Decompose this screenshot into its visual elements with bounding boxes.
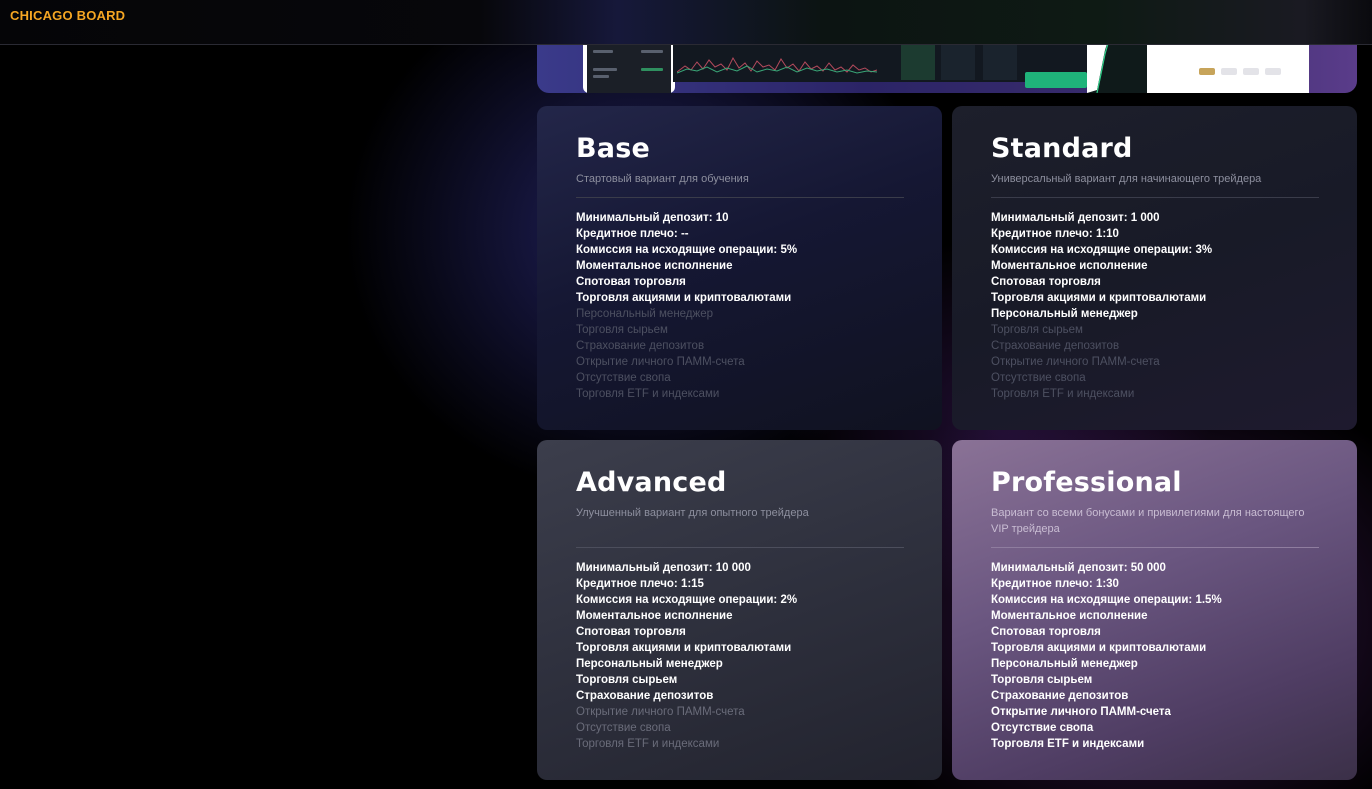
feature-item-disabled: Открытие личного ПАММ-счета	[576, 356, 745, 368]
divider	[991, 547, 1319, 548]
feature-item-disabled: Открытие личного ПАММ-счета	[991, 356, 1160, 368]
feature-item: Кредитное плечо: --	[576, 228, 689, 240]
feature-item: Кредитное плечо: 1:10	[991, 228, 1119, 240]
feature-item: Открытие личного ПАММ-счета	[991, 706, 1171, 718]
feature-item: Спотовая торговля	[576, 276, 686, 288]
feature-item-disabled: Торговля ETF и индексами	[576, 738, 720, 750]
feature-item-disabled: Торговля ETF и индексами	[991, 388, 1135, 400]
feature-item: Кредитное плечо: 1:30	[991, 578, 1119, 590]
feature-item: Страхование депозитов	[991, 690, 1129, 702]
feature-item: Комиссия на исходящие операции: 5%	[576, 244, 798, 256]
feature-item: Моментальное исполнение	[576, 260, 733, 272]
feature-item: Моментальное исполнение	[991, 610, 1148, 622]
plan-title: Standard	[991, 133, 1133, 164]
feature-item: Спотовая торговля	[991, 276, 1101, 288]
feature-item: Моментальное исполнение	[991, 260, 1148, 272]
feature-item: Торговля акциями и криптовалютами	[991, 642, 1207, 654]
feature-item: Минимальный депозит: 1 000	[991, 212, 1160, 224]
feature-item: Торговля ETF и индексами	[991, 738, 1145, 750]
plan-title: Advanced	[576, 467, 727, 498]
feature-item: Страхование депозитов	[576, 690, 714, 702]
top-navigation-bar: CHICAGO BOARD	[0, 0, 1372, 45]
feature-list: Минимальный депозит: 50 000 Кредитное пл…	[991, 560, 1319, 752]
feature-item-disabled: Страхование депозитов	[991, 340, 1120, 352]
divider	[576, 197, 904, 198]
plan-card-standard[interactable]: Standard Универсальный вариант для начин…	[952, 106, 1357, 430]
feature-item: Минимальный депозит: 10	[576, 212, 729, 224]
feature-item: Комиссия на исходящие операции: 3%	[991, 244, 1213, 256]
feature-item: Спотовая торговля	[991, 626, 1101, 638]
plan-card-advanced[interactable]: Advanced Улучшенный вариант для опытного…	[537, 440, 942, 780]
feature-list: Минимальный депозит: 1 000 Кредитное пле…	[991, 210, 1319, 402]
feature-item: Комиссия на исходящие операции: 2%	[576, 594, 798, 606]
brand-logo-text[interactable]: CHICAGO BOARD	[10, 8, 125, 23]
feature-item-disabled: Открытие личного ПАММ-счета	[576, 706, 745, 718]
plan-card-professional[interactable]: Professional Вариант со всеми бонусами и…	[952, 440, 1357, 780]
feature-item: Персональный менеджер	[991, 658, 1138, 670]
plan-subtitle: Вариант со всеми бонусами и привилегиями…	[991, 507, 1305, 535]
feature-item: Спотовая торговля	[576, 626, 686, 638]
feature-item: Кредитное плечо: 1:15	[576, 578, 704, 590]
plan-title: Base	[576, 133, 650, 164]
feature-list: Минимальный депозит: 10 Кредитное плечо:…	[576, 210, 904, 402]
feature-item-disabled: Торговля ETF и индексами	[576, 388, 720, 400]
feature-item: Персональный менеджер	[576, 658, 723, 670]
feature-item-disabled: Отсутствие свопа	[576, 722, 671, 734]
feature-item-disabled: Отсутствие свопа	[576, 372, 671, 384]
feature-item: Минимальный депозит: 10 000	[576, 562, 751, 574]
feature-item: Торговля акциями и криптовалютами	[991, 292, 1207, 304]
feature-item-disabled: Отсутствие свопа	[991, 372, 1086, 384]
plan-card-base[interactable]: Base Стартовый вариант для обучения Мини…	[537, 106, 942, 430]
feature-item: Персональный менеджер	[991, 308, 1138, 320]
feature-item-disabled: Торговля сырьем	[991, 324, 1083, 336]
plan-subtitle: Универсальный вариант для начинающего тр…	[991, 173, 1262, 185]
feature-item-disabled: Персональный менеджер	[576, 308, 714, 320]
plan-title: Professional	[991, 467, 1182, 498]
feature-item-disabled: Торговля сырьем	[576, 324, 668, 336]
feature-item-disabled: Страхование депозитов	[576, 340, 705, 352]
feature-item: Отсутствие свопа	[991, 722, 1094, 734]
divider	[991, 197, 1319, 198]
divider	[576, 547, 904, 548]
feature-item: Торговля акциями и криптовалютами	[576, 292, 792, 304]
feature-item: Торговля акциями и криптовалютами	[576, 642, 792, 654]
feature-item: Минимальный депозит: 50 000	[991, 562, 1166, 574]
plan-subtitle: Улучшенный вариант для опытного трейдера	[576, 507, 809, 519]
feature-list: Минимальный депозит: 10 000 Кредитное пл…	[576, 560, 904, 752]
plan-subtitle: Стартовый вариант для обучения	[576, 173, 749, 185]
feature-item: Моментальное исполнение	[576, 610, 733, 622]
feature-item: Торговля сырьем	[991, 674, 1093, 686]
feature-item: Комиссия на исходящие операции: 1.5%	[991, 594, 1222, 606]
feature-item: Торговля сырьем	[576, 674, 678, 686]
